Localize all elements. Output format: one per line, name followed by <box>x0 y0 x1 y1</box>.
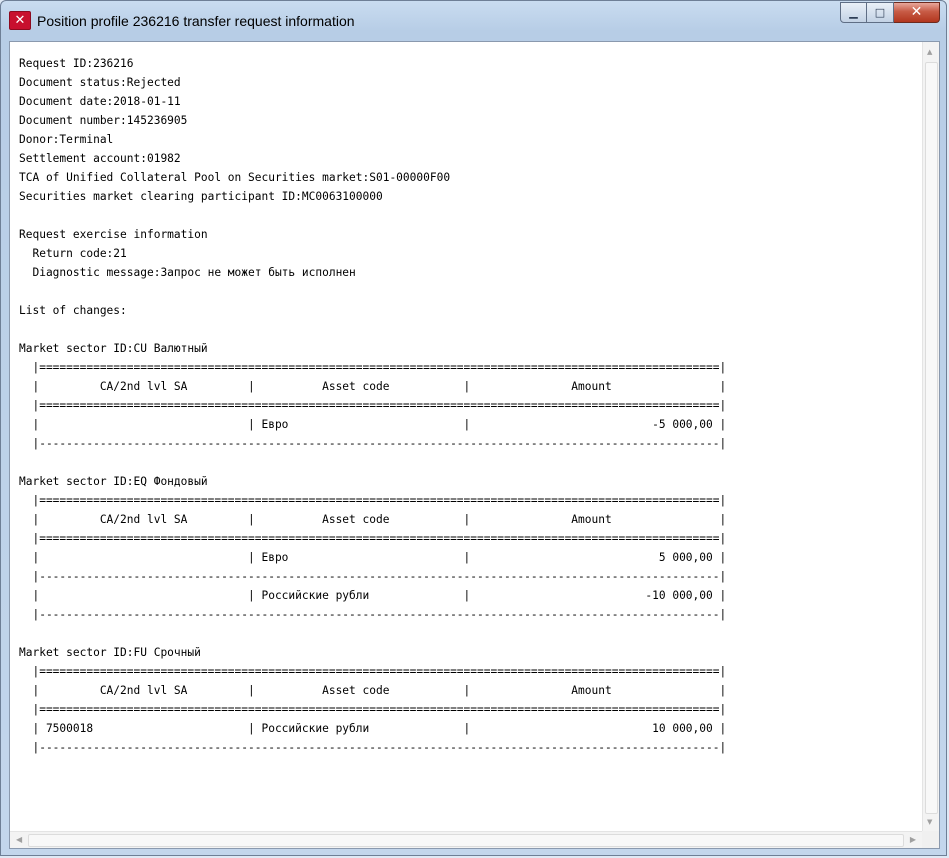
vertical-scroll-thumb[interactable] <box>925 62 938 814</box>
document-status-line: Document status:Rejected <box>19 76 181 89</box>
table-border: |=======================================… <box>32 361 727 374</box>
scroll-right-icon[interactable]: ▶ <box>910 835 916 844</box>
moex-logo-icon: ✕ <box>9 11 31 30</box>
table-border: |---------------------------------------… <box>32 741 727 754</box>
table-header: | CA/2nd lvl SA | Asset code | Amount | <box>19 380 727 393</box>
table-row: | | Евро | -5 000,00 | <box>19 418 727 431</box>
maximize-button[interactable]: □ <box>867 2 894 23</box>
vertical-scrollbar[interactable]: ▲ ▼ <box>922 42 939 831</box>
sector-title: Market sector ID:FU Срочный <box>19 646 201 659</box>
window-title: Position profile 236216 transfer request… <box>37 13 355 29</box>
scroll-up-icon[interactable]: ▲ <box>927 48 932 56</box>
settlement-account-line: Settlement account:01982 <box>19 152 181 165</box>
sector-tables: Market sector ID:CU Валютный |==========… <box>19 342 726 754</box>
table-row: | | Российские рубли | -10 000,00 | <box>19 589 727 602</box>
table-row: | | Евро | 5 000,00 | <box>19 551 727 564</box>
table-border: |=======================================… <box>32 703 727 716</box>
table-border: |---------------------------------------… <box>32 437 727 450</box>
changes-heading: List of changes: <box>19 304 127 317</box>
horizontal-scroll-thumb[interactable] <box>28 834 904 847</box>
exercise-heading: Request exercise information <box>19 228 208 241</box>
report-viewport: Request ID:236216 Document status:Reject… <box>10 42 922 831</box>
table-header: | CA/2nd lvl SA | Asset code | Amount | <box>19 513 727 526</box>
report-text: Request ID:236216 Document status:Reject… <box>19 54 922 757</box>
clearing-participant-line: Securities market clearing participant I… <box>19 190 383 203</box>
document-number-line: Document number:145236905 <box>19 114 188 127</box>
title-bar[interactable]: ✕ Position profile 236216 transfer reque… <box>1 1 946 41</box>
close-button[interactable]: ✕ <box>894 2 940 23</box>
report-text-area[interactable]: Request ID:236216 Document status:Reject… <box>9 41 940 849</box>
window-controls: ▁ □ ✕ <box>840 2 940 23</box>
table-row: | 7500018 | Российские рубли | 10 000,00… <box>19 722 727 735</box>
sector-title: Market sector ID:CU Валютный <box>19 342 208 355</box>
table-header: | CA/2nd lvl SA | Asset code | Amount | <box>19 684 727 697</box>
diagnostic-message-line: Diagnostic message:Запрос не может быть … <box>19 266 356 279</box>
minimize-button[interactable]: ▁ <box>840 2 867 23</box>
donor-line: Donor:Terminal <box>19 133 114 146</box>
table-border: |---------------------------------------… <box>32 570 727 583</box>
scroll-down-icon[interactable]: ▼ <box>927 818 932 826</box>
table-border: |---------------------------------------… <box>32 608 727 621</box>
tca-line: TCA of Unified Collateral Pool on Securi… <box>19 171 451 184</box>
scrollbar-corner <box>922 831 939 848</box>
request-id-line: Request ID:236216 <box>19 57 134 70</box>
document-date-line: Document date:2018-01-11 <box>19 95 181 108</box>
sector-title: Market sector ID:EQ Фондовый <box>19 475 208 488</box>
transfer-request-window: ✕ Position profile 236216 transfer reque… <box>0 0 947 856</box>
horizontal-scrollbar[interactable]: ◀ ▶ <box>10 831 922 848</box>
table-border: |=======================================… <box>32 494 727 507</box>
table-border: |=======================================… <box>32 665 727 678</box>
scroll-left-icon[interactable]: ◀ <box>16 835 22 844</box>
table-border: |=======================================… <box>32 532 727 545</box>
return-code-line: Return code:21 <box>19 247 127 260</box>
table-border: |=======================================… <box>32 399 727 412</box>
